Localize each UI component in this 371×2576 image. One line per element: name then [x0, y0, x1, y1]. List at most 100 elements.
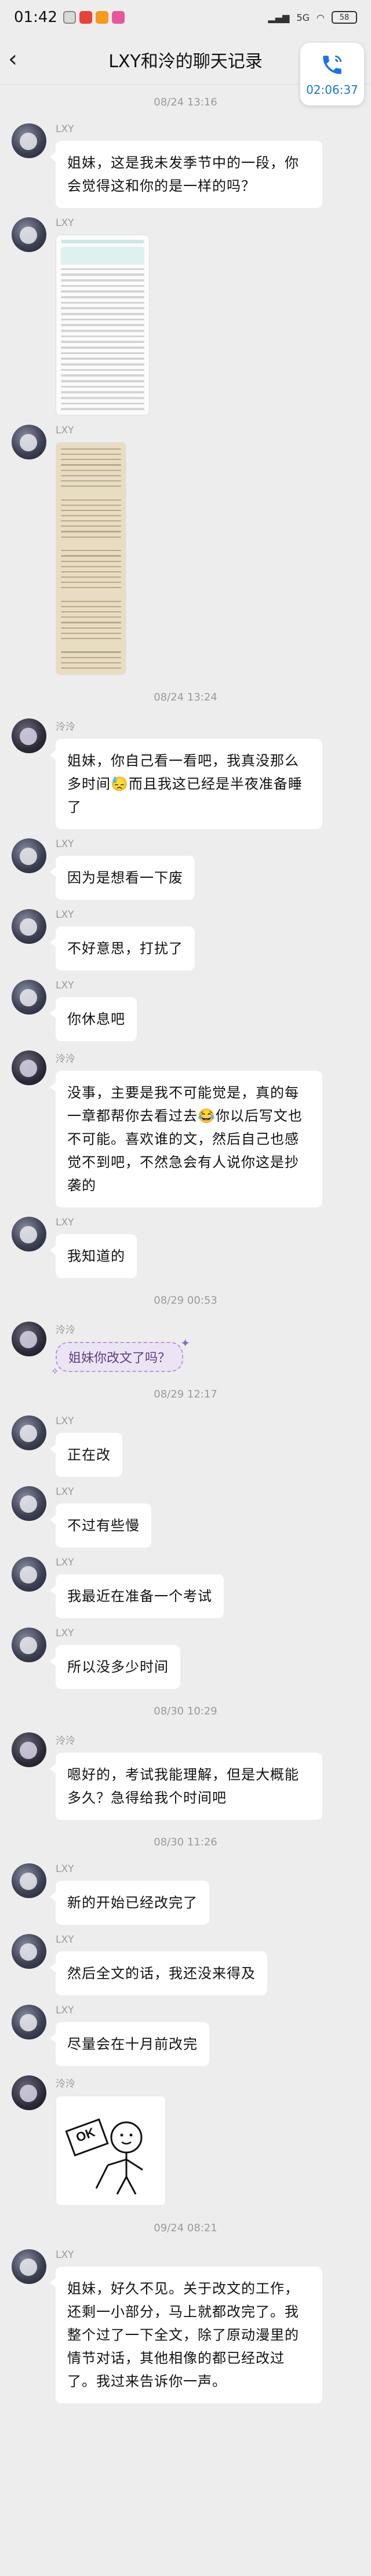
sender-name: LXY: [56, 1557, 74, 1568]
thumbnail-line: [61, 240, 144, 243]
thumbnail-line: [61, 600, 121, 602]
thumbnail-line: [61, 651, 121, 653]
message-body: LXY 正在改: [50, 1415, 122, 1477]
thumbnail-line: [61, 637, 121, 639]
thumbnail-line: [61, 459, 121, 461]
avatar[interactable]: [12, 1322, 46, 1356]
thumbnail-line: [61, 571, 121, 572]
chat-header: ‹ LXY和泠的聊天记录 02:06:37: [0, 35, 371, 105]
message-body: LXY 姐妹，好久不见。关于改文的工作，还剩一小部分，马上就都改完了。我整个过了一…: [50, 2249, 322, 2403]
avatar[interactable]: [12, 1628, 46, 1662]
image-message[interactable]: [56, 235, 150, 415]
status-bar: 01:42 ▂▄▆ 5G ◠ 58: [0, 0, 371, 35]
thumbnail-line: [61, 499, 121, 501]
thumbnail-line: [61, 611, 121, 613]
signal-icon: ▂▄▆: [268, 12, 290, 23]
avatar[interactable]: [12, 1050, 46, 1085]
sender-name: LXY: [56, 1934, 74, 1946]
phone-call-icon[interactable]: [319, 52, 345, 78]
thumbnail-line: [61, 667, 121, 669]
thumbnail-line: [61, 454, 121, 455]
message-bubble[interactable]: 我知道的: [50, 1234, 137, 1278]
sender-name: LXY: [56, 123, 74, 135]
sparkle-icon: ✦: [180, 1336, 191, 1350]
thumbnail-line: [61, 632, 121, 634]
message-bubble[interactable]: 没事，主要是我不可能觉是，真的每一章都帮你去看过去😂你以后写文也不可能。喜欢谁的…: [50, 1071, 322, 1207]
back-chevron-icon[interactable]: ‹: [8, 48, 31, 71]
thumbnail-line: [61, 268, 144, 271]
avatar[interactable]: [12, 425, 46, 459]
message-row: LXY 尽量会在十月前改完: [0, 2000, 371, 2071]
timestamp: 09/24 08:21: [154, 2222, 217, 2234]
message-bubble[interactable]: 因为是想看一下废: [50, 856, 195, 900]
thumbnail-line: [61, 656, 121, 658]
message-bubble[interactable]: 然后全文的话，我还没来得及: [50, 1951, 267, 1995]
avatar[interactable]: [12, 123, 46, 158]
thumbnail-line: [61, 509, 121, 512]
message-bubble[interactable]: 姐妹，你自己看一看吧，我真没那么多时间😓而且我这已经是半夜准备睡了: [50, 739, 322, 829]
message-body: LXY 然后全文的话，我还没来得及: [50, 1934, 267, 1995]
message-bubble[interactable]: 姐妹，这是我未发季节中的一段，你会觉得这和你的是一样的吗？: [50, 141, 322, 208]
message-bubble[interactable]: 姐妹，好久不见。关于改文的工作，还剩一小部分，马上就都改完了。我整个过了一下全文…: [50, 2267, 322, 2403]
avatar[interactable]: [12, 838, 46, 873]
avatar[interactable]: [12, 1217, 46, 1251]
ok-sticker[interactable]: OK: [56, 2096, 166, 2206]
thumbnail-line: [61, 536, 121, 538]
avatar[interactable]: [12, 217, 46, 252]
message-row: LXY 你休息吧: [0, 975, 371, 1046]
message-row: LXY 我知道的: [0, 1212, 371, 1283]
avatar[interactable]: [12, 2005, 46, 2039]
sender-name: LXY: [56, 838, 74, 850]
message-row: LXY 新的开始已经改完了: [0, 1859, 371, 1929]
avatar[interactable]: [12, 1863, 46, 1898]
message-row: LXY 所以没多少时间: [0, 1623, 371, 1694]
message-bubble[interactable]: 正在改: [50, 1433, 122, 1477]
sender-name: 泠泠: [56, 1325, 75, 1336]
avatar[interactable]: [12, 2249, 46, 2284]
thumbnail-line: [61, 296, 144, 298]
decorated-message-text: 姐妹你改文了吗？: [68, 1351, 171, 1366]
thumbnail-line: [61, 560, 121, 562]
sender-name: LXY: [56, 1863, 74, 1875]
chat-history[interactable]: 08/24 13:16 LXY 姐妹，这是我未发季节中的一段，你会觉得这和你的是一样…: [0, 85, 371, 2431]
decorated-message-bubble[interactable]: 姐妹你改文了吗？ ✦ ✧: [51, 1336, 190, 1377]
avatar[interactable]: [12, 1486, 46, 1521]
message-bubble[interactable]: 你休息吧: [50, 997, 137, 1041]
app-icon-pink: [111, 11, 125, 24]
chat-title: LXY和泠的聊天记录: [108, 51, 263, 72]
thumbnail-line: [61, 576, 121, 578]
message-row: LXY 不好意思，打扰了: [0, 904, 371, 975]
status-time: 01:42: [14, 9, 57, 26]
thumbnail-line: [61, 605, 121, 608]
thumbnail-line: [61, 273, 144, 276]
message-bubble[interactable]: 不好意思，打扰了: [50, 926, 195, 970]
message-bubble[interactable]: 嗯好的，考试我能理解，但是大概能多久？急得给我个时间吧: [50, 1753, 322, 1820]
message-bubble[interactable]: 新的开始已经改完了: [50, 1881, 209, 1925]
thumbnail-line: [61, 531, 121, 532]
thumbnail-line: [61, 284, 144, 287]
message-body: LXY 我最近在准备一个考试: [50, 1557, 224, 1618]
timestamp: 08/24 13:24: [154, 691, 217, 703]
avatar[interactable]: [12, 909, 46, 944]
message-body: 泠泠 嗯好的，考试我能理解，但是大概能多久？急得给我个时间吧: [50, 1732, 322, 1820]
avatar[interactable]: [12, 1557, 46, 1592]
message-body: LXY 不好意思，打扰了: [50, 909, 195, 970]
avatar[interactable]: [12, 980, 46, 1015]
message-bubble[interactable]: 不过有些慢: [50, 1504, 151, 1548]
message-bubble[interactable]: 我最近在准备一个考试: [50, 1574, 224, 1618]
thumbnail-line: [61, 363, 144, 366]
timestamp: 08/29 00:53: [154, 1294, 217, 1307]
thumbnail-line: [61, 448, 121, 450]
floating-call-widget[interactable]: 02:06:37: [300, 43, 364, 105]
avatar[interactable]: [12, 1415, 46, 1450]
image-message[interactable]: [56, 442, 126, 675]
avatar[interactable]: [12, 1732, 46, 1767]
thumbnail-line: [61, 627, 121, 629]
message-bubble[interactable]: 所以没多少时间: [50, 1645, 180, 1689]
thumbnail-line: [61, 555, 121, 557]
message-row: LXY 不过有些慢: [0, 1482, 371, 1552]
message-bubble[interactable]: 尽量会在十月前改完: [50, 2022, 209, 2066]
avatar[interactable]: [12, 1934, 46, 1969]
avatar[interactable]: [12, 2075, 46, 2110]
avatar[interactable]: [12, 718, 46, 753]
